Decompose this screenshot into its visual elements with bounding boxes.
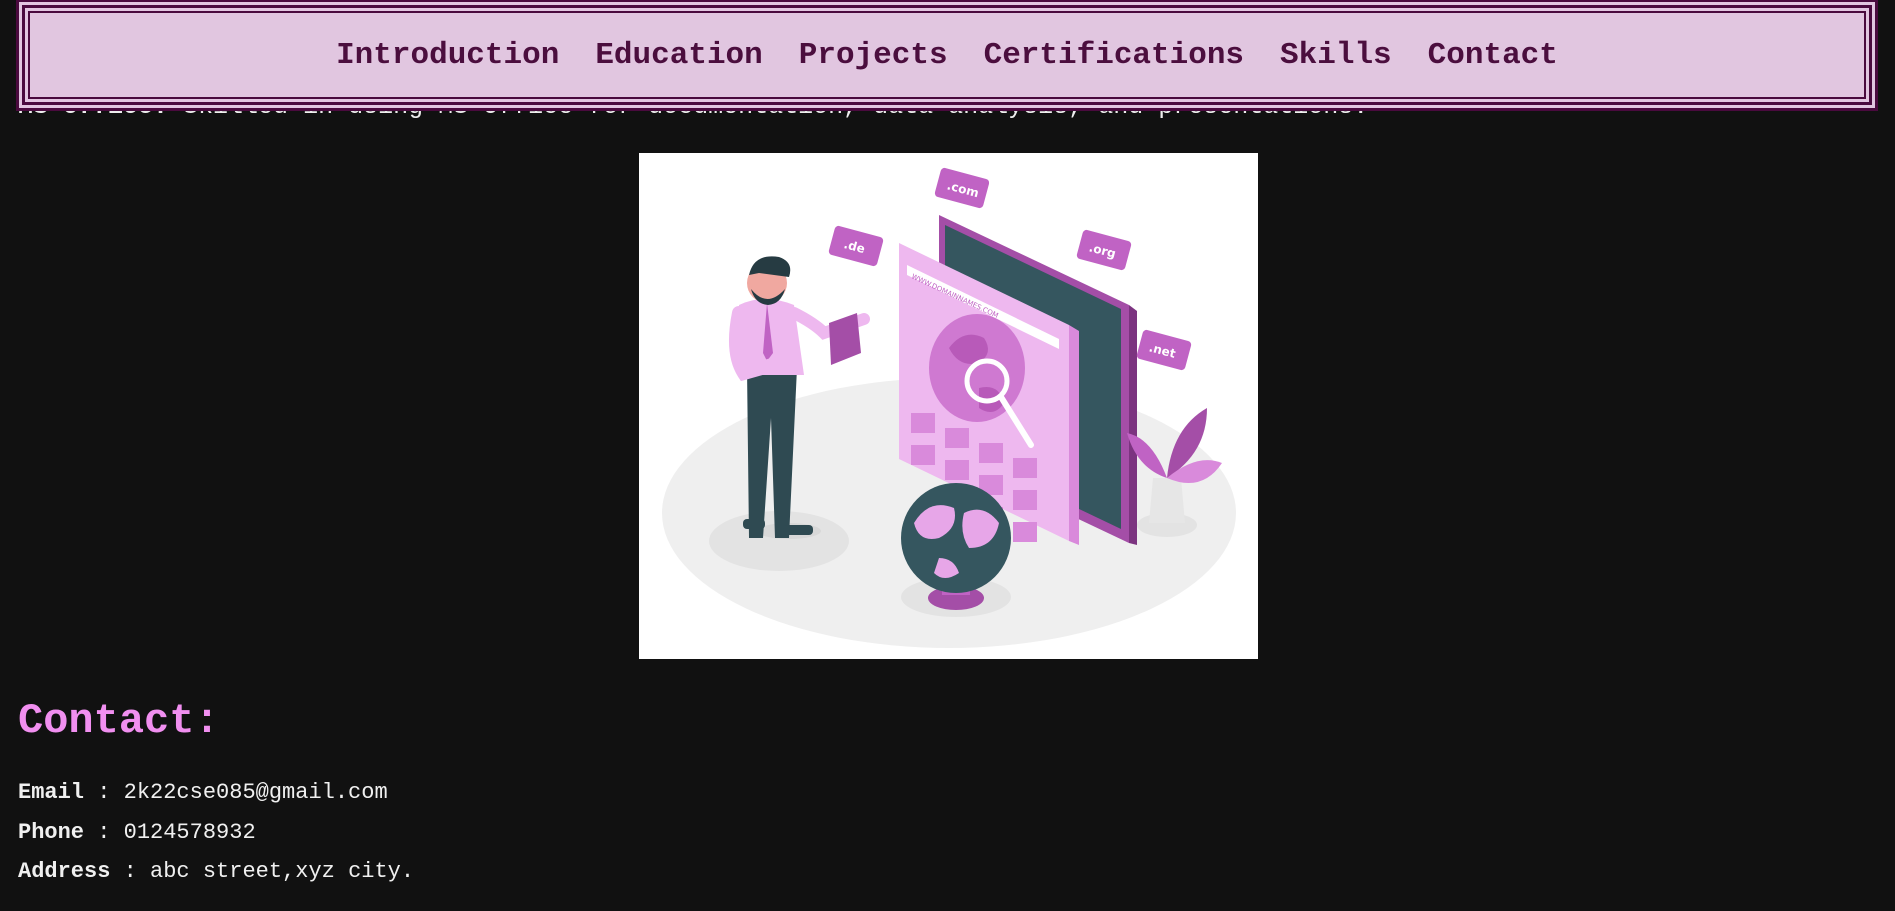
contact-address-row: Address : abc street,xyz city. xyxy=(18,859,414,884)
email-label: Email xyxy=(18,780,85,805)
nav-certifications[interactable]: Certifications xyxy=(984,38,1244,73)
address-value: abc street,xyz city. xyxy=(150,859,415,884)
domain-search-illustration-svg: WWW.DOMAINNAMES.COM .com .de .org .net xyxy=(662,167,1236,648)
address-label: Address xyxy=(18,859,111,884)
domain-search-illustration: WWW.DOMAINNAMES.COM .com .de .org .net xyxy=(639,153,1258,659)
navbar: Introduction Education Projects Certific… xyxy=(22,5,1872,105)
phone-value[interactable]: 0124578932 xyxy=(124,820,256,845)
nav-education[interactable]: Education xyxy=(595,38,762,73)
email-value[interactable]: 2k22cse085@gmail.com xyxy=(124,780,388,805)
phone-label: Phone xyxy=(18,820,85,845)
nav-introduction[interactable]: Introduction xyxy=(336,38,559,73)
contact-phone-row: Phone : 0124578932 xyxy=(18,820,256,845)
nav-skills[interactable]: Skills xyxy=(1280,38,1392,73)
contact-email-row: Email : 2k22cse085@gmail.com xyxy=(18,780,388,805)
contact-title: Contact: xyxy=(18,697,220,745)
nav-contact[interactable]: Contact xyxy=(1428,38,1558,73)
nav-projects[interactable]: Projects xyxy=(799,38,948,73)
email-separator: : xyxy=(84,780,124,805)
address-separator: : xyxy=(110,859,151,884)
phone-separator: : xyxy=(84,820,124,845)
